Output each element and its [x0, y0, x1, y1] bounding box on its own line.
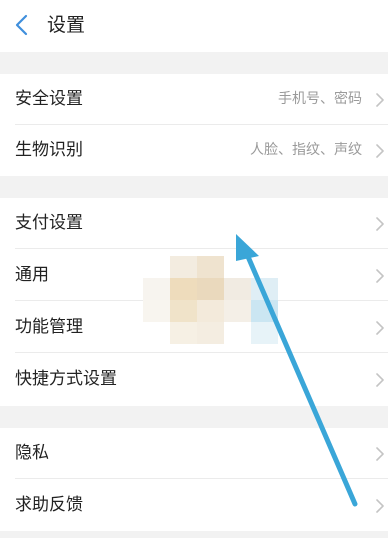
settings-row-payment[interactable]: 支付设置 [0, 198, 388, 249]
row-label: 通用 [15, 265, 49, 285]
chevron-right-icon [374, 372, 386, 388]
chevron-right-icon [374, 446, 386, 462]
row-divider [15, 352, 388, 353]
chevron-right-icon [374, 498, 386, 514]
row-divider [15, 248, 388, 249]
row-label: 功能管理 [15, 317, 83, 337]
top-nav-bar: 设置 [0, 0, 388, 52]
chevron-right-icon [374, 268, 386, 284]
row-label: 快捷方式设置 [15, 369, 117, 389]
section-gap [0, 176, 388, 198]
row-label: 生物识别 [15, 140, 83, 160]
settings-row-privacy[interactable]: 隐私 [0, 428, 388, 479]
row-label: 隐私 [15, 443, 49, 463]
page-title: 设置 [47, 14, 86, 36]
settings-row-help-feedback[interactable]: 求助反馈 [0, 480, 388, 531]
chevron-right-icon [374, 92, 386, 108]
chevron-right-icon [374, 320, 386, 336]
section-gap [0, 406, 388, 428]
row-value: 人脸、指纹、声纹 [250, 142, 362, 158]
chevron-right-icon [374, 143, 386, 159]
back-button[interactable] [10, 12, 36, 38]
row-label: 支付设置 [15, 213, 83, 233]
settings-row-biometrics[interactable]: 生物识别 人脸、指纹、声纹 [0, 125, 388, 176]
chevron-left-icon [15, 14, 28, 36]
row-label: 求助反馈 [15, 495, 83, 515]
row-label: 安全设置 [15, 89, 83, 109]
settings-row-security[interactable]: 安全设置 手机号、密码 [0, 74, 388, 125]
section-gap [0, 531, 388, 538]
settings-row-shortcuts[interactable]: 快捷方式设置 [0, 354, 388, 405]
row-divider [15, 478, 388, 479]
row-value: 手机号、密码 [278, 91, 362, 107]
chevron-right-icon [374, 216, 386, 232]
mosaic-blur-patch [143, 256, 278, 344]
section-gap [0, 52, 388, 74]
